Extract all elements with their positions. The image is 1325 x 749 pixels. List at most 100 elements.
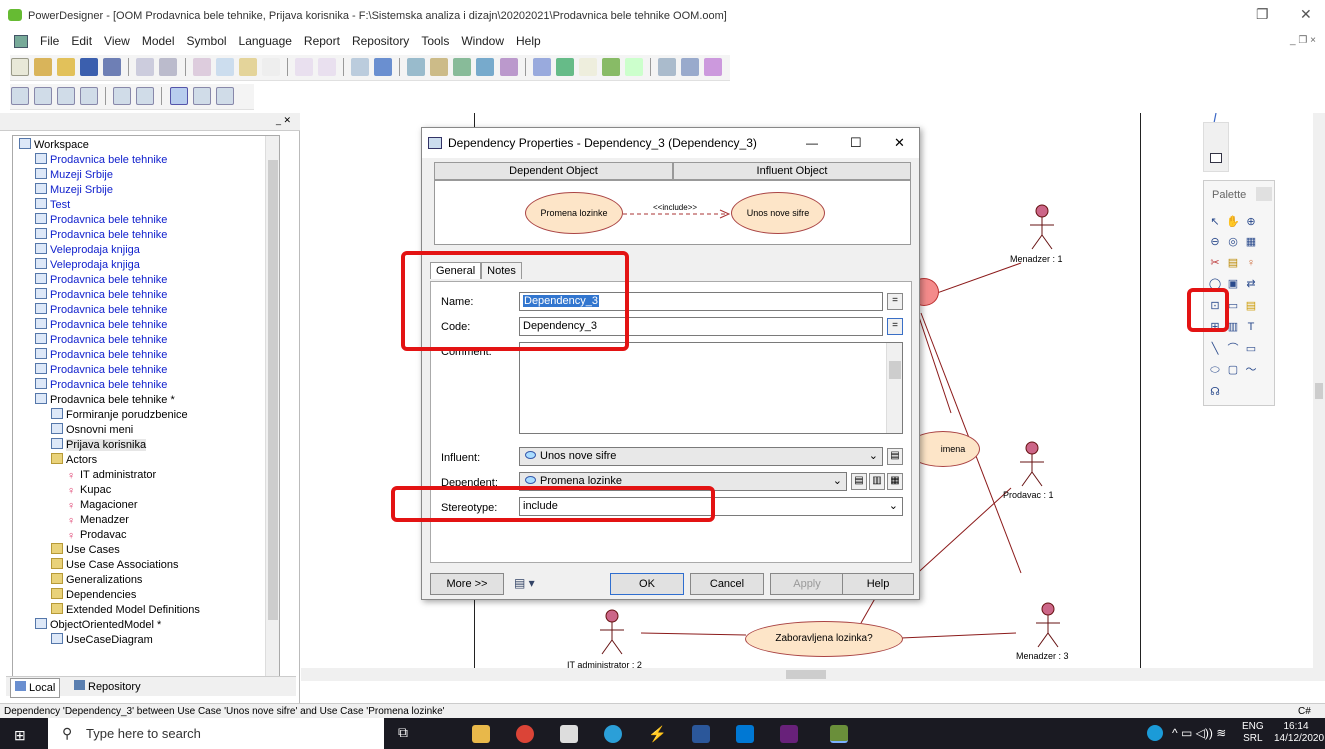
dependent-create-button[interactable]: ▤ (851, 473, 867, 490)
delete-icon[interactable] (261, 58, 280, 76)
symbol-icon-2[interactable] (555, 58, 574, 76)
tree-item[interactable]: ♀ IT administrator (67, 468, 156, 483)
toolbar-item-icon[interactable] (1210, 153, 1222, 163)
cancel-button[interactable]: Cancel (690, 573, 764, 595)
tree-item[interactable]: Prodavnica bele tehnike * (35, 393, 175, 408)
new-project-icon[interactable] (34, 58, 53, 76)
line-tool-icon[interactable]: ╲ (1208, 342, 1222, 356)
menu-file[interactable]: File (34, 31, 65, 51)
redo-icon[interactable] (317, 58, 336, 76)
tree-scroll-thumb[interactable] (268, 160, 278, 620)
diagram-icon-3[interactable] (57, 87, 76, 105)
package-icon[interactable]: ▤ (1226, 256, 1240, 270)
mail-icon[interactable] (736, 725, 754, 743)
rectangle-tool-icon[interactable]: ▭ (1244, 342, 1258, 356)
usecase-zaboravljena-lozinka[interactable]: Zaboravljena lozinka? (745, 621, 903, 657)
powerautomate-icon[interactable]: ⚡ (648, 725, 667, 743)
line-style-icon[interactable] (578, 58, 597, 76)
influent-object-header[interactable]: Influent Object (673, 162, 911, 180)
menu-help[interactable]: Help (510, 31, 547, 51)
arc-tool-icon[interactable]: ⌒ (1226, 342, 1240, 356)
comment-scrollbar[interactable] (886, 343, 902, 433)
actor-tool-icon[interactable]: ♀ (1244, 256, 1258, 270)
save-all-icon[interactable] (103, 58, 122, 76)
cut-icon[interactable] (192, 58, 211, 76)
model-icon-3[interactable] (453, 58, 472, 76)
tree-item[interactable]: Muzeji Srbije (35, 183, 113, 198)
dialog-close-icon[interactable]: ✕ (894, 128, 905, 158)
browser-icon[interactable] (374, 58, 393, 76)
menu-view[interactable]: View (98, 31, 136, 51)
tree-item[interactable]: Prodavnica bele tehnike (35, 333, 167, 348)
tree-item[interactable]: Workspace (19, 138, 89, 153)
word-icon[interactable] (692, 725, 710, 743)
actor-it-administrator-2[interactable] (597, 608, 627, 658)
tree-item[interactable]: Prodavnica bele tehnike (35, 288, 167, 303)
menu-window[interactable]: Window (455, 31, 510, 51)
actor-prodavac-1[interactable] (1017, 440, 1047, 490)
clock[interactable]: 16:14 14/12/2020 (1274, 721, 1324, 745)
tree-item[interactable]: Prodavnica bele tehnike (35, 378, 167, 393)
diagram-icon-1[interactable] (11, 87, 29, 105)
menu-model[interactable]: Model (136, 31, 181, 51)
tree-item[interactable]: ♀ Prodavac (67, 528, 126, 543)
polygon-tool-icon[interactable]: ☊ (1208, 385, 1222, 399)
task-view-icon[interactable]: ⧉ (398, 724, 408, 741)
model-icon-1[interactable] (407, 58, 426, 76)
menu-symbol[interactable]: Symbol (181, 31, 233, 51)
floating-toolbar[interactable] (1203, 122, 1229, 172)
file-explorer-icon[interactable] (472, 725, 490, 743)
grabber-icon[interactable]: ✋ (1226, 215, 1240, 229)
tree-item[interactable]: Muzeji Srbije (35, 168, 113, 183)
store-icon[interactable] (560, 725, 578, 743)
symbol-icon-5[interactable] (704, 58, 723, 76)
class-tool-icon[interactable]: ▣ (1226, 277, 1240, 291)
print-preview-icon[interactable] (136, 58, 155, 76)
tree-item[interactable]: Prodavnica bele tehnike (35, 303, 167, 318)
powerdesigner-taskbar-icon[interactable] (830, 725, 848, 743)
tree-item[interactable]: ♀ Magacioner (67, 498, 137, 513)
model-icon-2[interactable] (430, 58, 449, 76)
apply-button[interactable]: Apply (770, 573, 844, 595)
tree-item[interactable]: Prodavnica bele tehnike (35, 363, 167, 378)
tree-scrollbar[interactable] (265, 136, 279, 680)
chrome-icon[interactable] (516, 725, 534, 743)
minimize-icon[interactable]: — (806, 128, 818, 158)
tree-item[interactable]: Prodavnica bele tehnike (35, 348, 167, 363)
new-icon[interactable] (11, 58, 29, 76)
canvas-vscroll-thumb[interactable] (1315, 383, 1323, 399)
tree-item[interactable]: Prijava korisnika (51, 438, 147, 453)
tree-item[interactable]: Dependencies (51, 588, 136, 603)
tray-icons[interactable]: ^ ▭ ◁)) ≋ (1172, 726, 1226, 740)
diagram-icon-4[interactable] (80, 87, 99, 105)
ellipse-tool-icon[interactable]: ⬭ (1208, 363, 1222, 377)
diagram-icon-5[interactable] (113, 87, 132, 105)
undo-icon[interactable] (294, 58, 313, 76)
close-icon[interactable]: ✕ (1300, 6, 1312, 23)
canvas-vscroll[interactable] (1313, 113, 1325, 681)
diagram-icon-2[interactable] (34, 87, 53, 105)
note-tool-icon[interactable]: ▤ (1244, 299, 1258, 313)
symbol-icon-4[interactable] (681, 58, 700, 76)
tree-item[interactable]: Use Cases (51, 543, 120, 558)
comment-field[interactable] (519, 342, 903, 434)
menu-report[interactable]: Report (298, 31, 346, 51)
mdi-controls[interactable]: _ ❐ × (1290, 35, 1316, 46)
properties-icon[interactable]: ▦ (1244, 235, 1258, 249)
fill-icon[interactable] (601, 58, 620, 76)
tree-item[interactable]: ♀ Kupac (67, 483, 111, 498)
windows-start-icon[interactable]: ⊞ (14, 727, 26, 744)
tree-item[interactable]: Actors (51, 453, 97, 468)
model-icon-5[interactable] (499, 58, 518, 76)
influent-properties-button[interactable]: ▤ (887, 448, 903, 465)
tree-item[interactable]: Use Case Associations (51, 558, 179, 573)
tree-item[interactable]: Extended Model Definitions (51, 603, 200, 618)
tree-item[interactable]: UseCaseDiagram (51, 633, 153, 648)
association-tool-icon[interactable]: ⇄ (1244, 277, 1258, 291)
tree-item[interactable]: Prodavnica bele tehnike (35, 228, 167, 243)
tree-item[interactable]: Veleprodaja knjiga (35, 258, 140, 273)
tree-item[interactable]: Generalizations (51, 573, 142, 588)
diagram-icon-9[interactable] (215, 87, 234, 105)
print-icon[interactable] (159, 58, 178, 76)
maximize-icon[interactable]: ☐ (850, 128, 862, 158)
